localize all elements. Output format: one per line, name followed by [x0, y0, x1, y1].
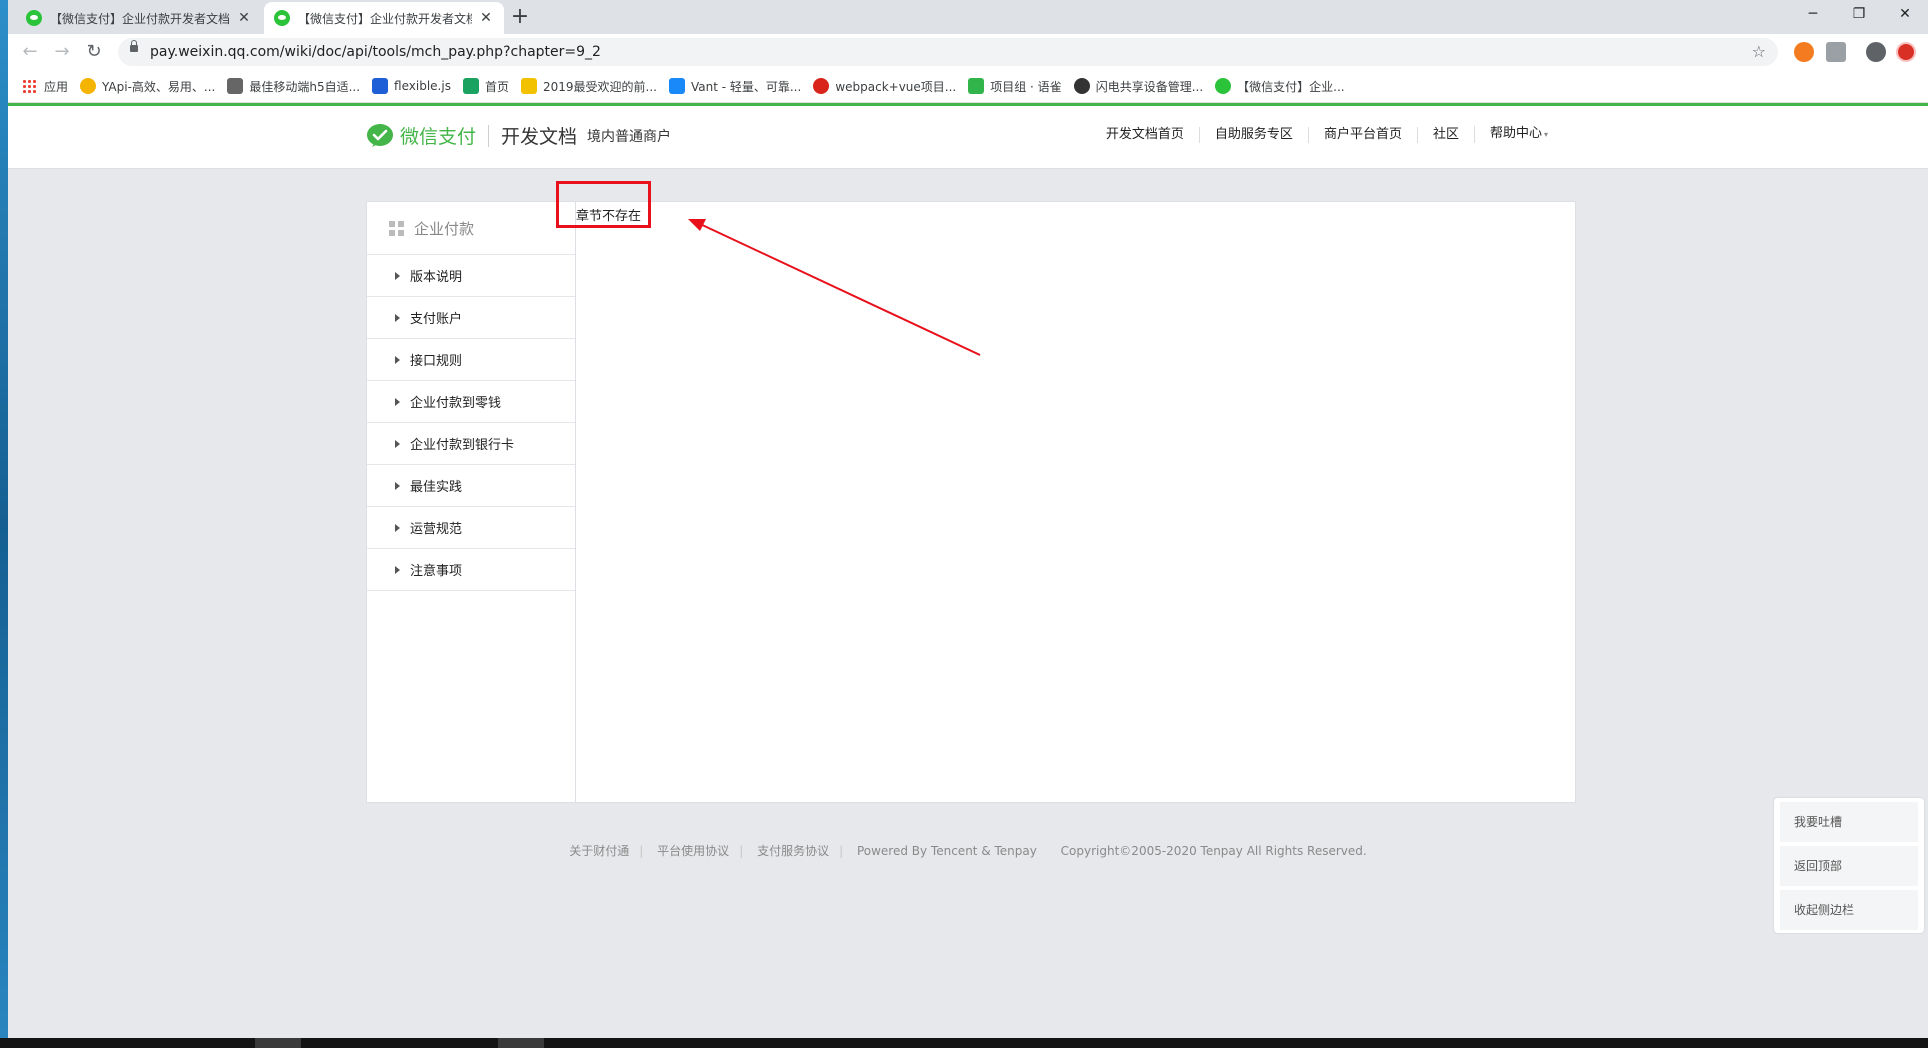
tab-1[interactable]: 【微信支付】企业付款开发者文档 ✕	[16, 2, 262, 34]
footer-copyright: Copyright©2005-2020 Tenpay All Rights Re…	[1060, 844, 1367, 858]
os-taskbar	[0, 1038, 1928, 1048]
bookmark-item[interactable]: 【微信支付】企业...	[1215, 78, 1345, 95]
site-icon	[462, 78, 479, 94]
bookmark-item[interactable]: 2019最受欢迎的前...	[520, 78, 657, 95]
bookmark-item[interactable]: 项目组 · 语雀	[968, 78, 1062, 95]
bookmark-label: flexible.js	[394, 79, 451, 93]
feedback-button[interactable]: 我要吐槽	[1780, 802, 1918, 842]
extension-icon[interactable]	[1896, 42, 1916, 62]
tab-strip: 【微信支付】企业付款开发者文档 ✕ 【微信支付】企业付款开发者文档 ✕ + ─ …	[8, 0, 1928, 34]
bookmark-label: webpack+vue项目...	[835, 79, 957, 94]
site-icon	[372, 78, 389, 94]
reload-button[interactable]: ↻	[82, 40, 106, 64]
extension-icon[interactable]	[1826, 42, 1846, 62]
footer-link-about[interactable]: 关于财付通	[559, 844, 639, 858]
extension-icon[interactable]	[1794, 42, 1814, 62]
lock-icon	[130, 40, 138, 52]
browser-toolbar: ← → ↻ pay.weixin.qq.com/wiki/doc/api/too…	[8, 34, 1928, 70]
bookmark-item[interactable]: Vant - 轻量、可靠...	[668, 78, 802, 95]
yapi-icon	[80, 78, 97, 94]
bookmark-item[interactable]: 最佳移动端h5自适...	[227, 78, 360, 95]
new-tab-button[interactable]: +	[508, 6, 532, 28]
footer-divider: |	[739, 844, 744, 858]
vant-icon	[668, 78, 685, 94]
wechat-icon	[1215, 78, 1232, 94]
bookmark-label: 【微信支付】企业...	[1237, 79, 1345, 94]
back-button[interactable]: ←	[18, 40, 42, 64]
browser-window: 【微信支付】企业付款开发者文档 ✕ 【微信支付】企业付款开发者文档 ✕ + ─ …	[8, 0, 1928, 1038]
footer-powered-by: Powered By Tencent & Tenpay	[856, 844, 1037, 858]
wechat-icon	[26, 10, 42, 26]
taskbar-app[interactable]	[255, 1038, 301, 1048]
annotation-arrow	[688, 219, 981, 356]
forward-button[interactable]: →	[50, 40, 74, 64]
close-icon[interactable]: ✕	[236, 10, 252, 26]
tab-title: 【微信支付】企业付款开发者文档	[298, 11, 472, 26]
site-icon	[520, 78, 537, 94]
address-bar[interactable]: pay.weixin.qq.com/wiki/doc/api/tools/mch…	[118, 38, 1778, 66]
bookmark-star-icon[interactable]: ☆	[1752, 38, 1766, 66]
footer-link-payment-agreement[interactable]: 支付服务协议	[747, 844, 839, 858]
bookmark-label: 应用	[44, 79, 69, 94]
footer-divider: |	[839, 844, 844, 858]
maximize-button[interactable]: ❐	[1836, 0, 1882, 30]
bookmark-apps[interactable]: 应用	[22, 78, 68, 95]
web-page: 微信支付 开发文档 境内普通商户 开发文档首页 自助服务专区 商户平台首页 社区…	[8, 103, 1928, 1038]
bookmark-label: 项目组 · 语雀	[990, 79, 1062, 94]
back-to-top-button[interactable]: 返回顶部	[1780, 846, 1918, 886]
bookmark-label: 闪电共享设备管理...	[1095, 79, 1204, 94]
bookmark-item[interactable]: 闪电共享设备管理...	[1073, 78, 1204, 95]
bookmark-label: 首页	[484, 79, 509, 94]
apps-grid-icon	[22, 79, 36, 93]
desktop-background	[0, 0, 8, 1048]
site-icon	[227, 78, 244, 94]
profile-avatar-icon[interactable]	[1866, 42, 1886, 62]
yuque-icon	[968, 78, 985, 94]
bookmark-label: 最佳移动端h5自适...	[249, 79, 361, 94]
bookmark-item[interactable]: webpack+vue项目...	[813, 78, 956, 95]
footer-link-platform-agreement[interactable]: 平台使用协议	[647, 844, 739, 858]
tab-title: 【微信支付】企业付款开发者文档	[50, 11, 230, 26]
bookmarks-bar: 应用 YApi-高效、易用、... 最佳移动端h5自适... flexible.…	[8, 70, 1928, 103]
floating-side-panel: 我要吐槽 返回顶部 收起侧边栏	[1774, 798, 1924, 933]
site-icon	[813, 78, 830, 94]
window-close-button[interactable]: ✕	[1882, 0, 1928, 30]
bookmark-label: Vant - 轻量、可靠...	[690, 79, 802, 94]
site-icon	[1073, 78, 1090, 94]
bookmark-label: YApi-高效、易用、...	[102, 79, 216, 94]
minimize-button[interactable]: ─	[1790, 0, 1836, 30]
wechat-icon	[274, 10, 290, 26]
taskbar-app[interactable]	[498, 1038, 544, 1048]
collapse-sidebar-button[interactable]: 收起侧边栏	[1780, 890, 1918, 930]
bookmark-item[interactable]: flexible.js	[372, 78, 451, 94]
footer-divider: |	[639, 844, 644, 858]
bookmark-item[interactable]: 首页	[462, 78, 509, 95]
bookmark-label: 2019最受欢迎的前...	[542, 79, 657, 94]
site-footer: 关于财付通 | 平台使用协议 | 支付服务协议 | Powered By Tencen…	[8, 842, 1928, 859]
close-icon[interactable]: ✕	[478, 10, 494, 26]
tab-2[interactable]: 【微信支付】企业付款开发者文档 ✕	[264, 2, 504, 34]
bookmark-item[interactable]: YApi-高效、易用、...	[80, 78, 215, 95]
url-text[interactable]: pay.weixin.qq.com/wiki/doc/api/tools/mch…	[150, 38, 601, 66]
